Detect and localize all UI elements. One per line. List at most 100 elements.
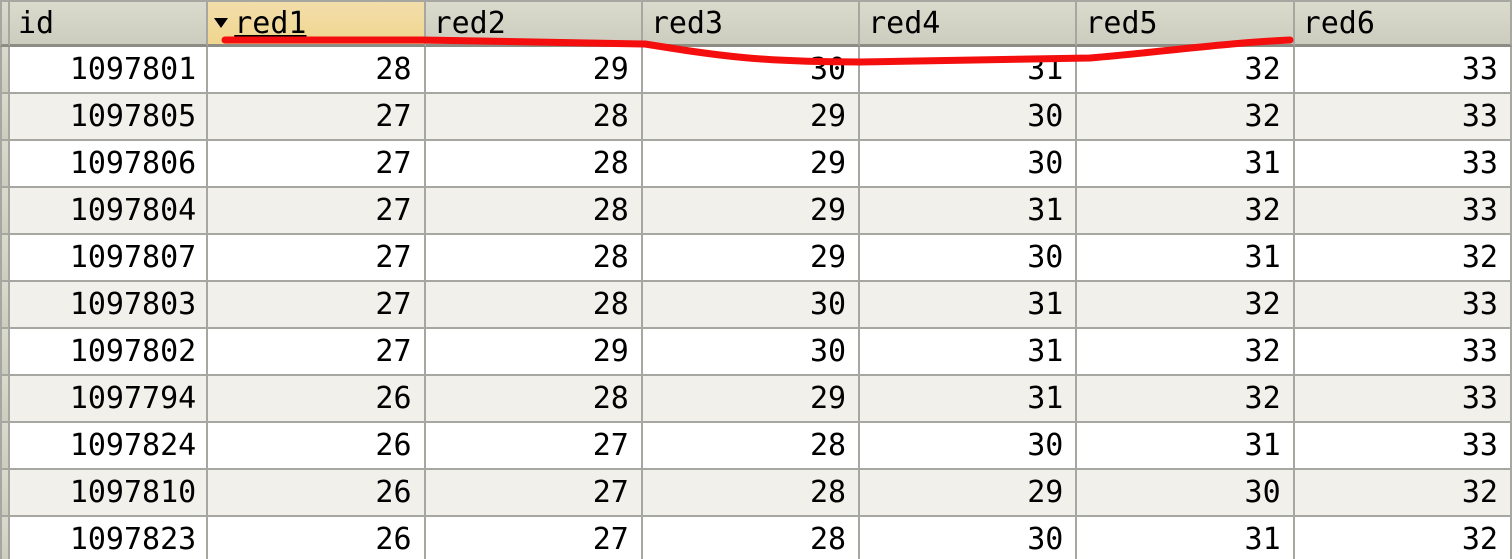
cell-red5[interactable]: 32 — [1077, 188, 1294, 235]
cell-red2[interactable]: 27 — [426, 470, 643, 517]
cell-red4[interactable]: 29 — [860, 470, 1077, 517]
table-row[interactable]: 1097806 27 28 29 30 31 33 — [0, 141, 1512, 188]
cell-red6[interactable]: 33 — [1295, 188, 1512, 235]
cell-red5[interactable]: 31 — [1077, 517, 1294, 559]
cell-id[interactable]: 1097810 — [10, 470, 208, 517]
cell-red2[interactable]: 29 — [426, 47, 643, 94]
cell-red4[interactable]: 31 — [860, 282, 1077, 329]
col-header-red3[interactable]: red3 — [643, 0, 860, 47]
table-row[interactable]: 1097810 26 27 28 29 30 32 — [0, 470, 1512, 517]
cell-red6[interactable]: 33 — [1295, 282, 1512, 329]
cell-red2[interactable]: 27 — [426, 517, 643, 559]
table-row[interactable]: 1097794 26 28 29 31 32 33 — [0, 376, 1512, 423]
row-handle[interactable] — [0, 470, 10, 517]
cell-red5[interactable]: 30 — [1077, 470, 1294, 517]
cell-red4[interactable]: 30 — [860, 94, 1077, 141]
cell-red6[interactable]: 32 — [1295, 517, 1512, 559]
cell-red3[interactable]: 29 — [643, 376, 860, 423]
cell-red3[interactable]: 29 — [643, 94, 860, 141]
col-header-red2[interactable]: red2 — [426, 0, 643, 47]
cell-red6[interactable]: 33 — [1295, 376, 1512, 423]
cell-id[interactable]: 1097801 — [10, 47, 208, 94]
cell-red6[interactable]: 33 — [1295, 329, 1512, 376]
cell-red2[interactable]: 28 — [426, 94, 643, 141]
cell-red2[interactable]: 28 — [426, 141, 643, 188]
cell-red3[interactable]: 30 — [643, 47, 860, 94]
col-header-red1[interactable]: red1 — [208, 0, 425, 47]
cell-red6[interactable]: 33 — [1295, 423, 1512, 470]
cell-red1[interactable]: 27 — [208, 329, 425, 376]
cell-red3[interactable]: 30 — [643, 329, 860, 376]
cell-red6[interactable]: 33 — [1295, 47, 1512, 94]
cell-id[interactable]: 1097824 — [10, 423, 208, 470]
table-row[interactable]: 1097805 27 28 29 30 32 33 — [0, 94, 1512, 141]
cell-red3[interactable]: 28 — [643, 423, 860, 470]
cell-red2[interactable]: 27 — [426, 423, 643, 470]
row-handle[interactable] — [0, 235, 10, 282]
table-row[interactable]: 1097804 27 28 29 31 32 33 — [0, 188, 1512, 235]
cell-red1[interactable]: 27 — [208, 235, 425, 282]
cell-red2[interactable]: 28 — [426, 282, 643, 329]
row-handle[interactable] — [0, 94, 10, 141]
cell-red4[interactable]: 30 — [860, 517, 1077, 559]
cell-id[interactable]: 1097806 — [10, 141, 208, 188]
cell-red1[interactable]: 26 — [208, 376, 425, 423]
cell-red5[interactable]: 31 — [1077, 235, 1294, 282]
table-row[interactable]: 1097823 26 27 28 30 31 32 — [0, 517, 1512, 559]
cell-red5[interactable]: 31 — [1077, 423, 1294, 470]
cell-red3[interactable]: 29 — [643, 188, 860, 235]
cell-id[interactable]: 1097802 — [10, 329, 208, 376]
cell-red6[interactable]: 32 — [1295, 470, 1512, 517]
cell-red4[interactable]: 31 — [860, 376, 1077, 423]
cell-red3[interactable]: 28 — [643, 470, 860, 517]
cell-id[interactable]: 1097794 — [10, 376, 208, 423]
row-handle[interactable] — [0, 141, 10, 188]
cell-red1[interactable]: 27 — [208, 94, 425, 141]
row-handle[interactable] — [0, 47, 10, 94]
table-row[interactable]: 1097801 28 29 30 31 32 33 — [0, 47, 1512, 94]
cell-red5[interactable]: 32 — [1077, 94, 1294, 141]
cell-red4[interactable]: 31 — [860, 188, 1077, 235]
row-handle[interactable] — [0, 329, 10, 376]
cell-red2[interactable]: 28 — [426, 376, 643, 423]
cell-red1[interactable]: 26 — [208, 423, 425, 470]
cell-red3[interactable]: 29 — [643, 141, 860, 188]
cell-red1[interactable]: 28 — [208, 47, 425, 94]
cell-red4[interactable]: 30 — [860, 141, 1077, 188]
cell-red4[interactable]: 30 — [860, 423, 1077, 470]
cell-red6[interactable]: 33 — [1295, 94, 1512, 141]
row-handle[interactable] — [0, 423, 10, 470]
cell-red1[interactable]: 26 — [208, 517, 425, 559]
cell-red3[interactable]: 30 — [643, 282, 860, 329]
cell-red3[interactable]: 29 — [643, 235, 860, 282]
cell-id[interactable]: 1097807 — [10, 235, 208, 282]
cell-red4[interactable]: 31 — [860, 329, 1077, 376]
table-row[interactable]: 1097803 27 28 30 31 32 33 — [0, 282, 1512, 329]
cell-red2[interactable]: 28 — [426, 188, 643, 235]
cell-red5[interactable]: 32 — [1077, 329, 1294, 376]
cell-red1[interactable]: 27 — [208, 282, 425, 329]
col-header-red5[interactable]: red5 — [1077, 0, 1294, 47]
cell-red4[interactable]: 30 — [860, 235, 1077, 282]
row-handle[interactable] — [0, 282, 10, 329]
cell-red1[interactable]: 27 — [208, 188, 425, 235]
cell-red1[interactable]: 27 — [208, 141, 425, 188]
col-header-red4[interactable]: red4 — [860, 0, 1077, 47]
col-header-id[interactable]: id — [10, 0, 208, 47]
row-handle[interactable] — [0, 376, 10, 423]
cell-red5[interactable]: 31 — [1077, 141, 1294, 188]
cell-red5[interactable]: 32 — [1077, 47, 1294, 94]
cell-red2[interactable]: 29 — [426, 329, 643, 376]
cell-red1[interactable]: 26 — [208, 470, 425, 517]
row-handle[interactable] — [0, 188, 10, 235]
cell-id[interactable]: 1097805 — [10, 94, 208, 141]
table-row[interactable]: 1097802 27 29 30 31 32 33 — [0, 329, 1512, 376]
cell-red6[interactable]: 32 — [1295, 235, 1512, 282]
cell-red3[interactable]: 28 — [643, 517, 860, 559]
cell-id[interactable]: 1097804 — [10, 188, 208, 235]
cell-id[interactable]: 1097803 — [10, 282, 208, 329]
cell-red5[interactable]: 32 — [1077, 282, 1294, 329]
cell-id[interactable]: 1097823 — [10, 517, 208, 559]
row-handle[interactable] — [0, 517, 10, 559]
cell-red4[interactable]: 31 — [860, 47, 1077, 94]
